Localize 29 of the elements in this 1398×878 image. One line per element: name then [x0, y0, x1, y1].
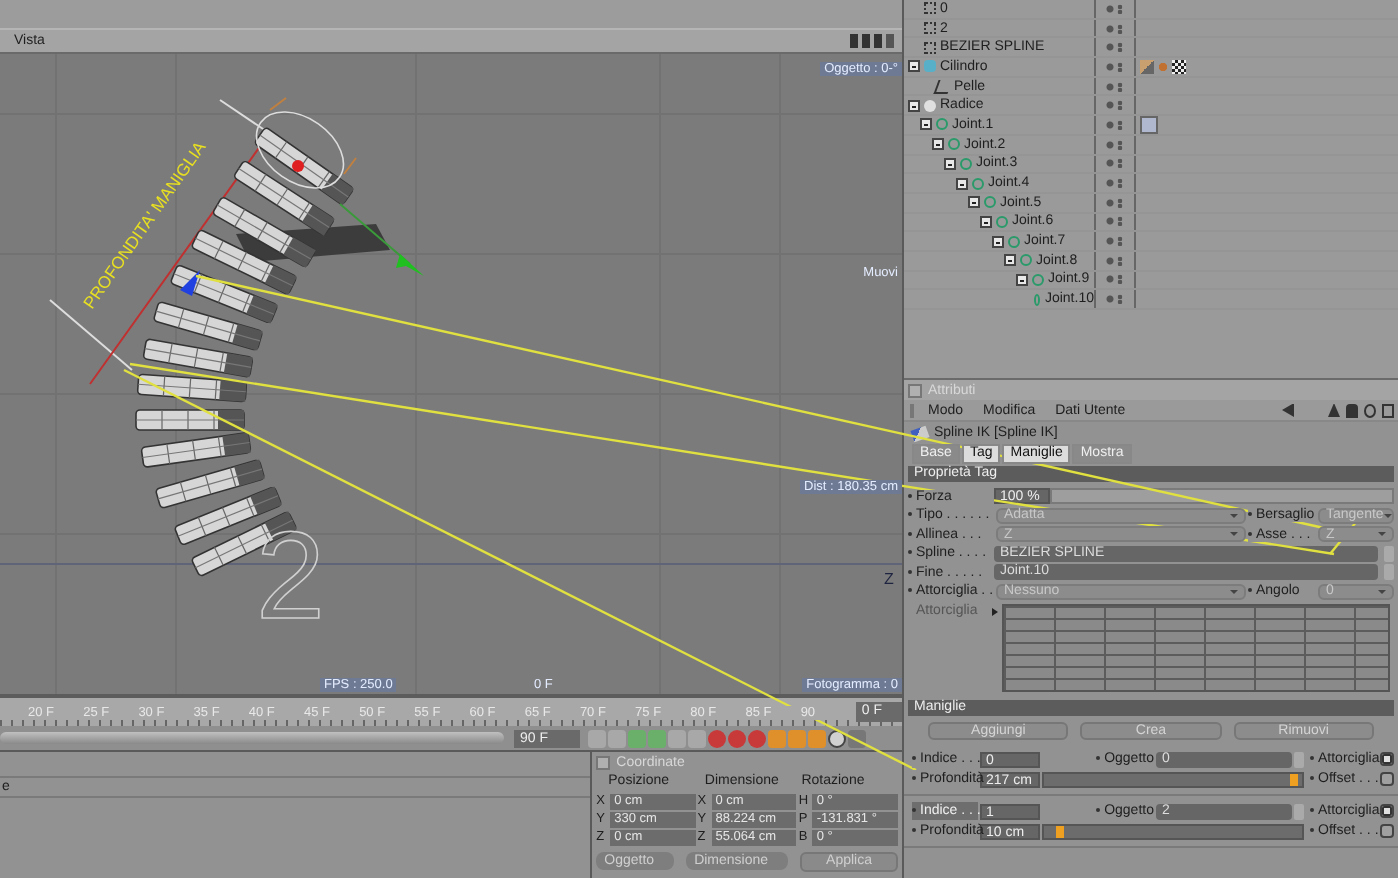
lock-icon[interactable] — [1346, 403, 1358, 417]
checkbox[interactable] — [1380, 824, 1394, 838]
collapse-icon[interactable] — [980, 215, 992, 228]
panel-checkbox[interactable] — [908, 383, 922, 397]
collapse-icon[interactable] — [992, 235, 1004, 248]
collapse-icon[interactable] — [1016, 273, 1028, 286]
time-scrollbar[interactable] — [0, 732, 504, 744]
collapse-icon[interactable] — [932, 138, 944, 151]
collapse-icon[interactable] — [968, 196, 980, 209]
panel-checkbox[interactable] — [596, 756, 611, 770]
model-text: 2 — [256, 508, 325, 646]
record-icon[interactable] — [708, 729, 726, 747]
checkbox[interactable] — [1380, 752, 1394, 766]
checkbox[interactable] — [1380, 772, 1394, 786]
slider-thumb[interactable] — [1289, 773, 1298, 785]
axis-label: Z — [882, 570, 896, 588]
tag-icon[interactable] — [1140, 59, 1154, 74]
collapse-icon[interactable] — [920, 118, 932, 131]
view-navigation-icons[interactable] — [850, 34, 894, 48]
collapse-icon[interactable] — [908, 99, 920, 112]
checkbox[interactable] — [1380, 804, 1394, 818]
collapse-icon[interactable] — [1004, 254, 1016, 267]
curve-graph[interactable] — [1002, 604, 1390, 692]
collapse-icon[interactable] — [956, 177, 968, 190]
slider-thumb[interactable] — [1055, 825, 1064, 837]
collapse-icon[interactable] — [908, 60, 920, 73]
checker-icon[interactable] — [1172, 59, 1186, 74]
collapse-icon[interactable] — [944, 157, 956, 170]
cylinder-icon — [924, 60, 936, 73]
